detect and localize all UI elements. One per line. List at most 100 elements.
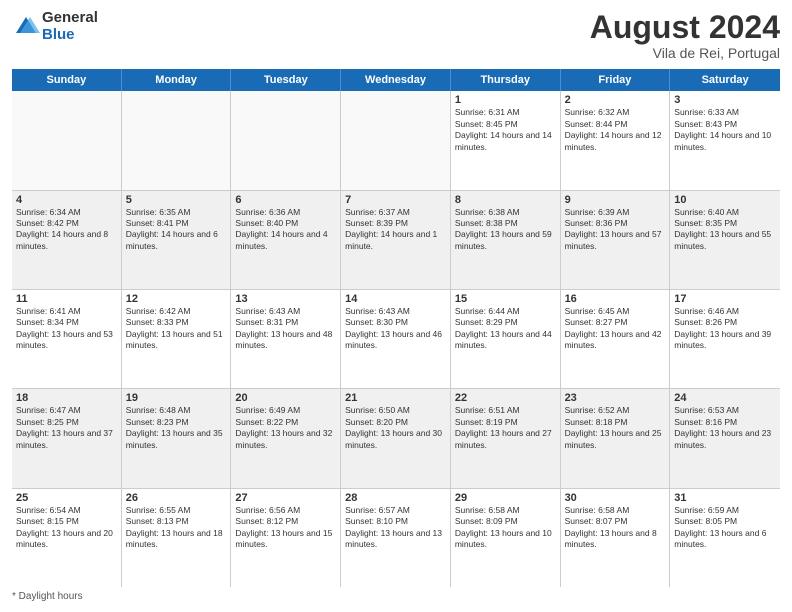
title-block: August 2024 Vila de Rei, Portugal (590, 10, 780, 61)
day-number: 29 (455, 492, 556, 504)
calendar-cell: 22Sunrise: 6:51 AMSunset: 8:19 PMDayligh… (451, 389, 561, 487)
calendar-cell: 11Sunrise: 6:41 AMSunset: 8:34 PMDayligh… (12, 290, 122, 388)
header: General Blue August 2024 Vila de Rei, Po… (12, 10, 780, 61)
footer-note: * Daylight hours (12, 591, 780, 602)
calendar-cell: 16Sunrise: 6:45 AMSunset: 8:27 PMDayligh… (561, 290, 671, 388)
day-info: Sunrise: 6:54 AMSunset: 8:15 PMDaylight:… (16, 505, 117, 551)
day-number: 8 (455, 194, 556, 206)
logo: General Blue (12, 10, 98, 43)
day-number: 2 (565, 94, 666, 106)
calendar-cell: 19Sunrise: 6:48 AMSunset: 8:23 PMDayligh… (122, 389, 232, 487)
calendar-cell: 29Sunrise: 6:58 AMSunset: 8:09 PMDayligh… (451, 489, 561, 587)
calendar-cell: 26Sunrise: 6:55 AMSunset: 8:13 PMDayligh… (122, 489, 232, 587)
calendar: Sunday Monday Tuesday Wednesday Thursday… (12, 69, 780, 587)
calendar-cell: 15Sunrise: 6:44 AMSunset: 8:29 PMDayligh… (451, 290, 561, 388)
logo-text: General Blue (42, 10, 98, 43)
day-number: 14 (345, 293, 446, 305)
calendar-header: Sunday Monday Tuesday Wednesday Thursday… (12, 69, 780, 91)
day-number: 1 (455, 94, 556, 106)
header-tuesday: Tuesday (231, 69, 341, 91)
day-info: Sunrise: 6:49 AMSunset: 8:22 PMDaylight:… (235, 405, 336, 451)
calendar-cell: 17Sunrise: 6:46 AMSunset: 8:26 PMDayligh… (670, 290, 780, 388)
day-number: 6 (235, 194, 336, 206)
day-number: 5 (126, 194, 227, 206)
calendar-cell: 31Sunrise: 6:59 AMSunset: 8:05 PMDayligh… (670, 489, 780, 587)
day-number: 15 (455, 293, 556, 305)
calendar-cell: 24Sunrise: 6:53 AMSunset: 8:16 PMDayligh… (670, 389, 780, 487)
calendar-cell: 12Sunrise: 6:42 AMSunset: 8:33 PMDayligh… (122, 290, 232, 388)
day-number: 20 (235, 392, 336, 404)
calendar-row: 11Sunrise: 6:41 AMSunset: 8:34 PMDayligh… (12, 290, 780, 389)
calendar-cell: 8Sunrise: 6:38 AMSunset: 8:38 PMDaylight… (451, 191, 561, 289)
day-number: 16 (565, 293, 666, 305)
header-thursday: Thursday (451, 69, 561, 91)
day-info: Sunrise: 6:58 AMSunset: 8:07 PMDaylight:… (565, 505, 666, 551)
day-number: 31 (674, 492, 776, 504)
calendar-body: 1Sunrise: 6:31 AMSunset: 8:45 PMDaylight… (12, 91, 780, 587)
day-number: 11 (16, 293, 117, 305)
day-number: 27 (235, 492, 336, 504)
subtitle: Vila de Rei, Portugal (590, 45, 780, 61)
day-info: Sunrise: 6:55 AMSunset: 8:13 PMDaylight:… (126, 505, 227, 551)
day-number: 9 (565, 194, 666, 206)
calendar-cell (122, 91, 232, 189)
month-title: August 2024 (590, 10, 780, 45)
calendar-cell: 5Sunrise: 6:35 AMSunset: 8:41 PMDaylight… (122, 191, 232, 289)
day-info: Sunrise: 6:32 AMSunset: 8:44 PMDaylight:… (565, 107, 666, 153)
day-info: Sunrise: 6:42 AMSunset: 8:33 PMDaylight:… (126, 306, 227, 352)
calendar-cell: 1Sunrise: 6:31 AMSunset: 8:45 PMDaylight… (451, 91, 561, 189)
day-number: 18 (16, 392, 117, 404)
day-info: Sunrise: 6:35 AMSunset: 8:41 PMDaylight:… (126, 207, 227, 253)
day-number: 30 (565, 492, 666, 504)
calendar-cell: 14Sunrise: 6:43 AMSunset: 8:30 PMDayligh… (341, 290, 451, 388)
day-info: Sunrise: 6:37 AMSunset: 8:39 PMDaylight:… (345, 207, 446, 253)
day-info: Sunrise: 6:41 AMSunset: 8:34 PMDaylight:… (16, 306, 117, 352)
day-info: Sunrise: 6:43 AMSunset: 8:31 PMDaylight:… (235, 306, 336, 352)
calendar-cell: 4Sunrise: 6:34 AMSunset: 8:42 PMDaylight… (12, 191, 122, 289)
calendar-cell: 27Sunrise: 6:56 AMSunset: 8:12 PMDayligh… (231, 489, 341, 587)
calendar-cell: 9Sunrise: 6:39 AMSunset: 8:36 PMDaylight… (561, 191, 671, 289)
day-info: Sunrise: 6:40 AMSunset: 8:35 PMDaylight:… (674, 207, 776, 253)
day-info: Sunrise: 6:46 AMSunset: 8:26 PMDaylight:… (674, 306, 776, 352)
day-info: Sunrise: 6:33 AMSunset: 8:43 PMDaylight:… (674, 107, 776, 153)
page-container: General Blue August 2024 Vila de Rei, Po… (0, 0, 792, 612)
calendar-cell: 6Sunrise: 6:36 AMSunset: 8:40 PMDaylight… (231, 191, 341, 289)
day-number: 25 (16, 492, 117, 504)
day-number: 24 (674, 392, 776, 404)
calendar-cell: 21Sunrise: 6:50 AMSunset: 8:20 PMDayligh… (341, 389, 451, 487)
day-info: Sunrise: 6:44 AMSunset: 8:29 PMDaylight:… (455, 306, 556, 352)
header-monday: Monday (122, 69, 232, 91)
calendar-cell (341, 91, 451, 189)
calendar-cell: 25Sunrise: 6:54 AMSunset: 8:15 PMDayligh… (12, 489, 122, 587)
day-info: Sunrise: 6:51 AMSunset: 8:19 PMDaylight:… (455, 405, 556, 451)
day-number: 17 (674, 293, 776, 305)
header-sunday: Sunday (12, 69, 122, 91)
day-info: Sunrise: 6:53 AMSunset: 8:16 PMDaylight:… (674, 405, 776, 451)
day-info: Sunrise: 6:43 AMSunset: 8:30 PMDaylight:… (345, 306, 446, 352)
logo-general-text: General (42, 10, 98, 27)
day-number: 10 (674, 194, 776, 206)
calendar-row: 18Sunrise: 6:47 AMSunset: 8:25 PMDayligh… (12, 389, 780, 488)
calendar-cell: 3Sunrise: 6:33 AMSunset: 8:43 PMDaylight… (670, 91, 780, 189)
calendar-cell (12, 91, 122, 189)
day-number: 4 (16, 194, 117, 206)
day-info: Sunrise: 6:52 AMSunset: 8:18 PMDaylight:… (565, 405, 666, 451)
day-info: Sunrise: 6:59 AMSunset: 8:05 PMDaylight:… (674, 505, 776, 551)
day-info: Sunrise: 6:48 AMSunset: 8:23 PMDaylight:… (126, 405, 227, 451)
day-info: Sunrise: 6:38 AMSunset: 8:38 PMDaylight:… (455, 207, 556, 253)
calendar-cell: 10Sunrise: 6:40 AMSunset: 8:35 PMDayligh… (670, 191, 780, 289)
calendar-cell: 28Sunrise: 6:57 AMSunset: 8:10 PMDayligh… (341, 489, 451, 587)
calendar-cell: 20Sunrise: 6:49 AMSunset: 8:22 PMDayligh… (231, 389, 341, 487)
day-number: 7 (345, 194, 446, 206)
day-number: 21 (345, 392, 446, 404)
day-info: Sunrise: 6:34 AMSunset: 8:42 PMDaylight:… (16, 207, 117, 253)
day-number: 13 (235, 293, 336, 305)
calendar-cell (231, 91, 341, 189)
calendar-row: 4Sunrise: 6:34 AMSunset: 8:42 PMDaylight… (12, 191, 780, 290)
header-friday: Friday (561, 69, 671, 91)
calendar-cell: 2Sunrise: 6:32 AMSunset: 8:44 PMDaylight… (561, 91, 671, 189)
day-number: 23 (565, 392, 666, 404)
day-info: Sunrise: 6:36 AMSunset: 8:40 PMDaylight:… (235, 207, 336, 253)
header-saturday: Saturday (670, 69, 780, 91)
day-number: 19 (126, 392, 227, 404)
